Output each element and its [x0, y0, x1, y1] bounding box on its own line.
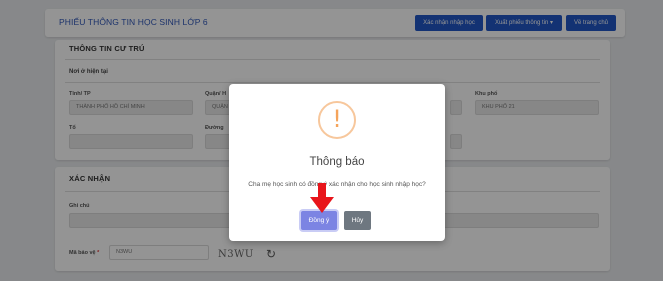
- dialog-message: Cha mẹ học sinh có đồng ý xác nhận cho h…: [248, 181, 426, 188]
- confirmation-dialog: ! Thông báo Cha mẹ học sinh có đồng ý xá…: [229, 84, 445, 241]
- captcha-image: N3WU: [218, 249, 254, 260]
- red-arrow-icon: [310, 183, 334, 213]
- agree-button[interactable]: Đồng ý: [301, 211, 337, 230]
- arrow-shaft: [318, 183, 326, 199]
- dialog-title: Thông báo: [309, 156, 365, 168]
- cancel-button[interactable]: Hủy: [344, 211, 371, 230]
- warning-icon: !: [318, 101, 356, 139]
- arrow-head: [310, 197, 334, 213]
- refresh-captcha-icon[interactable]: ↻: [266, 247, 276, 261]
